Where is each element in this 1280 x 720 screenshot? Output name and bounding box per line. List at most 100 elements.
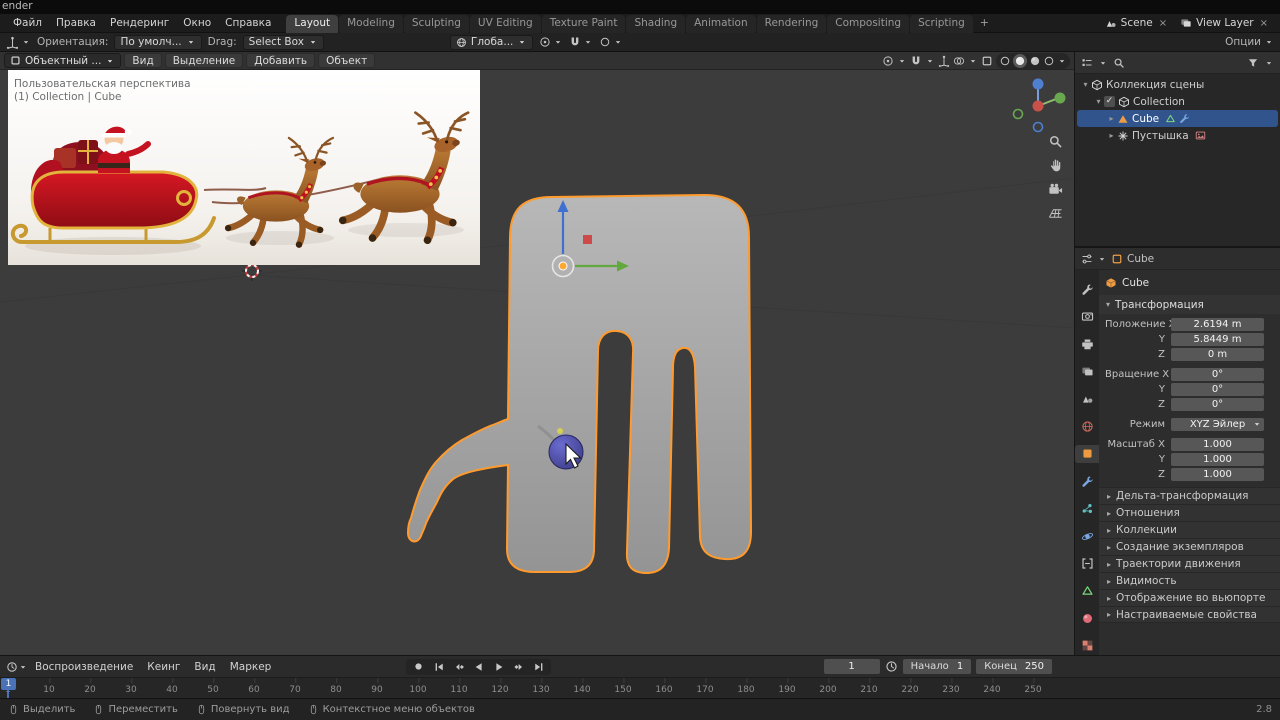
jump-to-start-button[interactable] (429, 659, 448, 675)
collapsed-section-header[interactable]: ▸ Коллекции (1099, 521, 1280, 538)
play-reverse-button[interactable] (469, 659, 488, 675)
workspace-tab[interactable]: Shading (626, 14, 686, 33)
properties-editor-icon[interactable] (1081, 253, 1093, 265)
properties-tab[interactable] (1075, 417, 1099, 435)
field-value[interactable]: 1.000 (1171, 437, 1264, 451)
workspace-tab[interactable]: Texture Paint (541, 14, 626, 33)
timeline-ruler[interactable]: 1102030405060708090100110120130140150160… (0, 677, 1280, 698)
field-value[interactable]: 0° (1171, 382, 1264, 396)
workspace-tab[interactable]: UV Editing (469, 14, 541, 33)
pivot-point-dropdown[interactable] (539, 36, 563, 48)
workspace-tab[interactable]: Sculpting (403, 14, 469, 33)
properties-tab[interactable] (1075, 335, 1099, 353)
auto-keying-clock-icon[interactable] (885, 660, 898, 673)
timeline-menu-item[interactable]: Вид (187, 661, 222, 673)
expander-icon[interactable]: ▾ (1080, 80, 1091, 89)
properties-tab[interactable] (1075, 362, 1099, 380)
view-layer-selector[interactable]: View Layer × (1176, 17, 1274, 29)
outliner-row[interactable]: ▸ Cube (1077, 110, 1278, 127)
chevron-down-icon[interactable] (1098, 58, 1108, 68)
prev-keyframe-button[interactable] (449, 659, 468, 675)
collapsed-section-header[interactable]: ▸ Создание экземпляров (1099, 538, 1280, 555)
pan-hand-icon[interactable] (1048, 158, 1063, 173)
xray-toggle-icon[interactable] (981, 55, 993, 67)
menu-item[interactable]: Справка (218, 14, 278, 32)
drag-dropdown[interactable]: Select Box (242, 34, 324, 50)
viewport-menu-item[interactable]: Выделение (164, 53, 244, 68)
menu-item[interactable]: Правка (49, 14, 103, 32)
menu-item[interactable]: Рендеринг (103, 14, 176, 32)
menu-item[interactable]: Файл (6, 14, 49, 32)
record-button[interactable] (409, 659, 428, 675)
field-value[interactable]: 1.000 (1171, 452, 1264, 466)
properties-tab[interactable] (1075, 499, 1099, 517)
object-name-row[interactable]: Cube (1105, 273, 1272, 293)
navigation-gizmo[interactable] (1012, 78, 1066, 133)
chevron-down-icon[interactable] (925, 56, 935, 66)
collapsed-section-header[interactable]: ▸ Дельта-трансформация (1099, 487, 1280, 504)
properties-tab[interactable] (1075, 609, 1099, 627)
overlays-toggle-icon[interactable] (953, 55, 965, 67)
chevron-down-icon[interactable] (1264, 58, 1274, 68)
outliner-row[interactable]: ▸ Пустышка (1077, 127, 1278, 144)
next-keyframe-button[interactable] (509, 659, 528, 675)
expander-icon[interactable]: ▸ (1106, 114, 1117, 123)
properties-tab[interactable] (1075, 280, 1099, 298)
workspace-tab[interactable]: Scripting (910, 14, 973, 33)
properties-tab[interactable] (1075, 636, 1099, 654)
properties-tab[interactable] (1075, 554, 1099, 572)
solid-shading-active[interactable] (1013, 53, 1027, 68)
options-dropdown[interactable]: Опции (1225, 36, 1274, 48)
current-frame-field[interactable]: 1 (823, 659, 880, 674)
material-shading-icon[interactable] (1029, 55, 1041, 67)
workspace-tab[interactable]: Rendering (756, 14, 827, 33)
viewport-menu-item[interactable]: Вид (124, 53, 162, 68)
field-value[interactable]: 0° (1171, 367, 1264, 381)
expander-icon[interactable]: ▸ (1106, 131, 1117, 140)
viewport-canvas[interactable]: Пользовательская перспектива (1) Collect… (0, 70, 1074, 655)
properties-tab[interactable] (1075, 444, 1099, 463)
mode-dropdown[interactable]: Объектный ... (4, 53, 122, 68)
collapsed-section-header[interactable]: ▸ Видимость (1099, 572, 1280, 589)
jump-to-end-button[interactable] (529, 659, 548, 675)
outliner-editor-icon[interactable] (1081, 57, 1093, 69)
orientation-dropdown[interactable]: По умолч... (114, 34, 202, 50)
transform-orientation-dropdown[interactable]: Глоба... (449, 34, 534, 50)
transform-section-header[interactable]: ▾ Трансформация (1099, 295, 1280, 314)
field-value[interactable]: 2.6194 m (1171, 317, 1264, 331)
properties-tab[interactable] (1075, 527, 1099, 545)
properties-tab[interactable] (1075, 472, 1099, 490)
rendered-shading-icon[interactable] (1043, 55, 1055, 67)
collection-checkbox[interactable] (1104, 96, 1115, 107)
timeline-menu-item[interactable]: Кеинг (140, 661, 187, 673)
chevron-down-icon[interactable] (1057, 56, 1067, 66)
field-value[interactable]: XYZ Эйлер (1171, 417, 1264, 431)
ortho-grid-icon[interactable] (1048, 206, 1063, 221)
properties-tab[interactable] (1075, 307, 1099, 325)
chevron-down-icon[interactable] (897, 56, 907, 66)
add-workspace-button[interactable]: + (974, 14, 995, 32)
field-value[interactable]: 0 m (1171, 347, 1264, 361)
outliner-row[interactable]: ▾ Коллекция сцены (1077, 76, 1278, 93)
timeline-editor-icon[interactable] (6, 661, 18, 673)
outliner-row[interactable]: ▾ Collection (1077, 93, 1278, 110)
chevron-down-icon[interactable] (1097, 254, 1107, 264)
proportional-editing-dropdown[interactable] (599, 36, 623, 48)
collapsed-section-header[interactable]: ▸ Отношения (1099, 504, 1280, 521)
timeline-menu-item[interactable]: Маркер (223, 661, 279, 673)
scene-selector[interactable]: Scene × (1101, 17, 1173, 29)
workspace-tab[interactable]: Layout (286, 14, 339, 33)
active-tool-widget[interactable] (6, 36, 31, 49)
search-icon[interactable] (1113, 57, 1125, 69)
properties-tab[interactable] (1075, 390, 1099, 408)
select-visibility-icon[interactable] (882, 55, 894, 67)
collapsed-section-header[interactable]: ▸ Траектории движения (1099, 555, 1280, 572)
filter-icon[interactable] (1247, 57, 1259, 69)
collapsed-section-header[interactable]: ▸ Настраиваемые свойства (1099, 606, 1280, 623)
viewport-menu-item[interactable]: Добавить (246, 53, 316, 68)
workspace-tab[interactable]: Animation (686, 14, 756, 33)
zoom-icon[interactable] (1048, 134, 1063, 149)
field-value[interactable]: 1.000 (1171, 467, 1264, 481)
chevron-down-icon[interactable] (968, 56, 978, 66)
chevron-down-icon[interactable] (18, 662, 28, 672)
